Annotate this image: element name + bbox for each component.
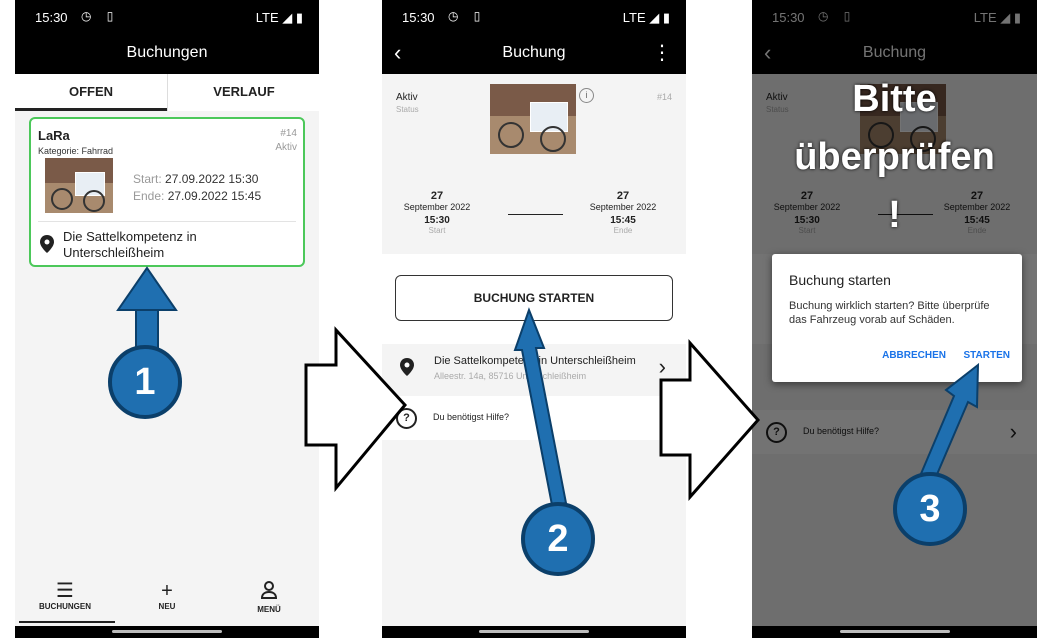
step-badge-1: 1 [108, 345, 182, 419]
step-badge-2: 2 [521, 502, 595, 576]
transition-arrow-2 [659, 339, 761, 501]
tutorial-annotations [116, 266, 980, 507]
step-badge-3: 3 [893, 472, 967, 546]
transition-arrow-1 [304, 326, 407, 493]
step-2-pointer [513, 307, 568, 507]
